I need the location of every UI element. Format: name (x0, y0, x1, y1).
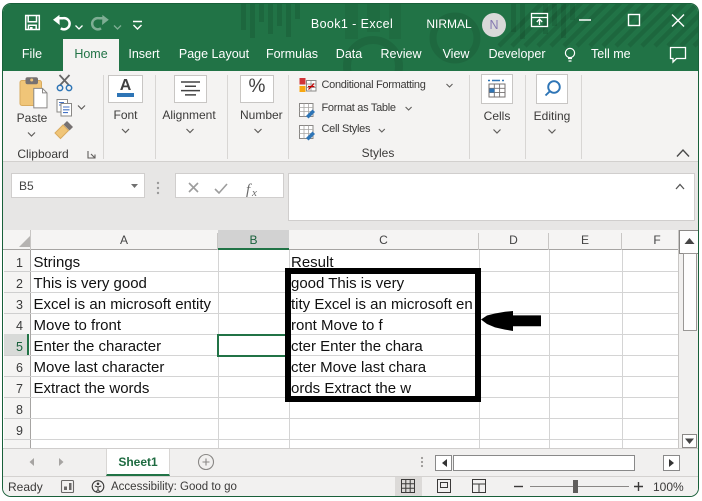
svg-text:x: x (251, 187, 257, 199)
